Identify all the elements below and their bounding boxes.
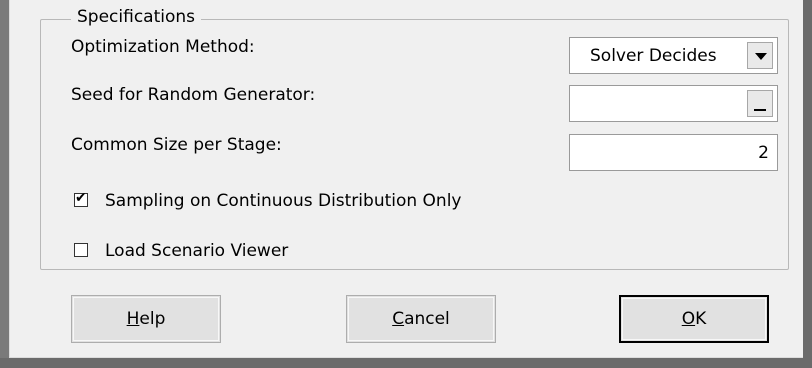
optimization-method-dropdown[interactable]: Solver Decides [569, 37, 778, 74]
sampling-checkbox-label: Sampling on Continuous Distribution Only [105, 191, 462, 211]
cancel-label-rest: ancel [404, 309, 450, 329]
help-label-rest: elp [139, 309, 166, 329]
scenario-viewer-checkbox-label: Load Scenario Viewer [105, 241, 289, 261]
dropdown-arrow-button[interactable] [747, 42, 773, 69]
cancel-button[interactable]: Cancel [346, 295, 496, 343]
ok-label-rest: K [695, 309, 707, 329]
groupbox-title: Specifications [71, 6, 202, 28]
sampling-checkbox[interactable]: ✔ [74, 190, 88, 207]
seed-label: Seed for Random Generator: [71, 85, 316, 105]
scenario-viewer-checkbox[interactable] [74, 243, 88, 257]
common-size-label: Common Size per Stage: [71, 135, 282, 155]
help-button[interactable]: Help [71, 295, 221, 343]
cancel-mnemonic: C [392, 309, 405, 329]
ok-mnemonic: O [681, 309, 696, 329]
help-mnemonic: H [126, 309, 140, 329]
optimization-method-label: Optimization Method: [71, 37, 255, 57]
optimization-method-value: Solver Decides [590, 46, 717, 66]
ok-button[interactable]: OK [619, 295, 769, 343]
seed-browse-button[interactable] [747, 90, 773, 117]
window-edge-right [803, 0, 812, 368]
specifications-dialog: Specifications Optimization Method: Solv… [9, 0, 804, 358]
window-edge-bottom [0, 358, 812, 368]
seed-input[interactable] [569, 85, 778, 122]
checkmark-icon: ✔ [75, 190, 87, 206]
common-size-value: 2 [758, 143, 769, 163]
chevron-down-icon [755, 53, 767, 60]
common-size-input[interactable]: 2 [569, 134, 778, 171]
